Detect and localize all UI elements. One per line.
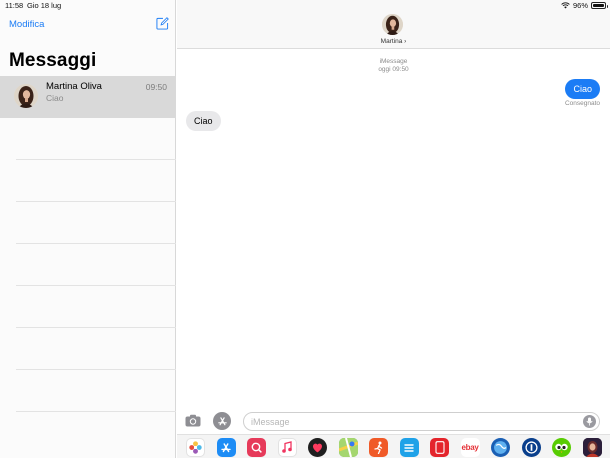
- contact-avatar: [14, 84, 38, 108]
- status-date: Gio 18 lug: [27, 1, 62, 10]
- person-photo-icon: [382, 14, 403, 35]
- outgoing-message-bubble[interactable]: Ciao: [565, 79, 600, 99]
- message-input-bar: [177, 409, 610, 433]
- ebay-app-button[interactable]: ebay: [460, 438, 480, 457]
- conversation-sidebar: Modifica Messaggi Martina Oliva 09:50 Ci…: [0, 0, 176, 458]
- photos-icon: [189, 441, 202, 454]
- edit-button[interactable]: Modifica: [9, 19, 44, 30]
- wifi-icon: [561, 2, 570, 9]
- list-divider: [16, 159, 176, 160]
- page-title: Messaggi: [9, 50, 97, 71]
- images-search-app-button[interactable]: [247, 438, 266, 457]
- status-right: 96%: [561, 1, 608, 10]
- microphone-button[interactable]: [583, 415, 596, 428]
- images-search-icon: [251, 442, 262, 453]
- status-bar: 11:58 Gio 18 lug 96%: [0, 0, 610, 12]
- ebay-logo-text: ebay: [461, 443, 479, 452]
- battery-icon: [591, 2, 608, 9]
- conversation-time: 09:50: [145, 82, 167, 92]
- runner-icon: [373, 441, 382, 454]
- app-drawer: ebay: [177, 434, 610, 458]
- contact-header-avatar[interactable]: [382, 14, 403, 35]
- list-divider: [16, 285, 176, 286]
- conversation-name: Martina Oliva: [46, 81, 102, 92]
- contact-name-link[interactable]: Martina ›: [177, 38, 610, 45]
- avatar-app-app-button[interactable]: [582, 438, 602, 457]
- battery-percent: 96%: [572, 1, 588, 10]
- duolingo-app-button[interactable]: [552, 438, 571, 457]
- list-divider: [16, 327, 176, 328]
- compose-icon[interactable]: [156, 17, 169, 30]
- app-store-app-button[interactable]: [216, 438, 236, 457]
- chat-pane: Martina › iMessage oggi 09:50 Ciao Conse…: [177, 0, 610, 458]
- microphone-icon: [586, 417, 593, 426]
- avatar-app-icon: [582, 438, 602, 457]
- photos-app-button[interactable]: [186, 438, 205, 457]
- list-divider: [16, 369, 176, 370]
- message-input[interactable]: [243, 412, 600, 431]
- globe-app-button[interactable]: [491, 438, 510, 457]
- music-app-button[interactable]: [277, 438, 297, 457]
- list-divider: [16, 243, 176, 244]
- digital-touch-icon: [313, 443, 322, 453]
- battery-fill: [593, 4, 604, 7]
- phone-app-app-button[interactable]: [430, 438, 449, 457]
- app-store-button[interactable]: [213, 412, 231, 430]
- maps-icon: [338, 438, 358, 457]
- list-divider: [16, 201, 176, 202]
- maps-app-button[interactable]: [338, 438, 358, 457]
- list-divider: [16, 411, 176, 412]
- password-app-button[interactable]: [521, 438, 541, 457]
- delivery-status: Consegnato: [564, 100, 600, 107]
- app-store-icon: [221, 442, 231, 452]
- camera-icon[interactable]: [185, 414, 201, 427]
- duolingo-icon: [555, 443, 568, 453]
- phone-app-icon: [434, 441, 445, 454]
- conversation-row[interactable]: Martina Oliva 09:50 Ciao: [0, 76, 176, 118]
- conversation-preview: Ciao: [46, 93, 64, 103]
- music-icon: [282, 441, 292, 453]
- incoming-message-bubble[interactable]: Ciao: [186, 111, 221, 131]
- service-label: iMessage: [379, 58, 408, 65]
- runner-app-button[interactable]: [369, 438, 388, 457]
- list-icon: [404, 443, 414, 452]
- password-icon: [524, 441, 538, 454]
- app-store-icon: [217, 416, 227, 425]
- status-time: 11:58: [5, 1, 24, 10]
- person-photo-icon: [14, 84, 38, 108]
- digital-touch-app-button[interactable]: [308, 438, 327, 457]
- conversation-timestamp: oggi 09:50: [378, 66, 409, 73]
- list-app-button[interactable]: [399, 438, 419, 457]
- globe-icon: [494, 441, 507, 454]
